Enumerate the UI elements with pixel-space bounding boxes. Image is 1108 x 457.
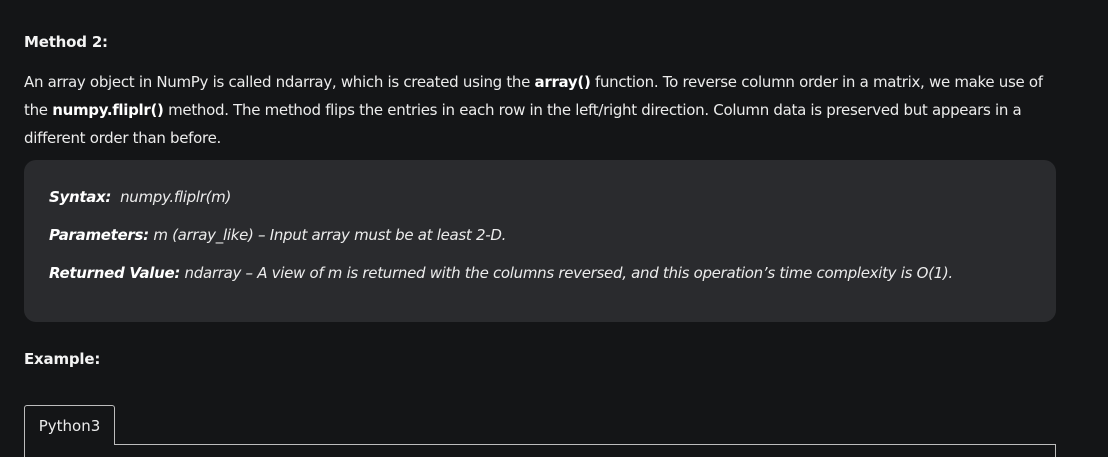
- tab-python3-label: Python3: [38, 416, 101, 435]
- parameters-label: Parameters:: [49, 226, 149, 244]
- code-block-frame: [24, 444, 1056, 457]
- example-heading: Example:: [24, 350, 101, 368]
- syntax-value: numpy.fliplr(m): [111, 188, 231, 206]
- method-heading: Method 2:: [24, 33, 108, 51]
- array-function-code: array(): [534, 73, 591, 91]
- returned-value-label: Returned Value:: [49, 264, 181, 282]
- returned-value-text: ndarray – A view of m is returned with t…: [180, 264, 954, 282]
- parameters-value: m (array_like) – Input array must be at …: [148, 226, 507, 244]
- syntax-line: Syntax: numpy.fliplr(m): [49, 188, 231, 206]
- tab-python3[interactable]: Python3: [24, 405, 115, 445]
- returned-value-line: Returned Value: ndarray – A view of m is…: [49, 264, 953, 282]
- parameters-line: Parameters: m (array_like) – Input array…: [49, 226, 506, 244]
- paragraph-text-3: method. The method flips the entries in …: [24, 101, 1022, 147]
- description-paragraph: An array object in NumPy is called ndarr…: [24, 68, 1056, 152]
- syntax-label: Syntax:: [49, 188, 112, 206]
- paragraph-text-1: An array object in NumPy is called ndarr…: [24, 73, 535, 91]
- fliplr-method-code: numpy.fliplr(): [52, 101, 164, 119]
